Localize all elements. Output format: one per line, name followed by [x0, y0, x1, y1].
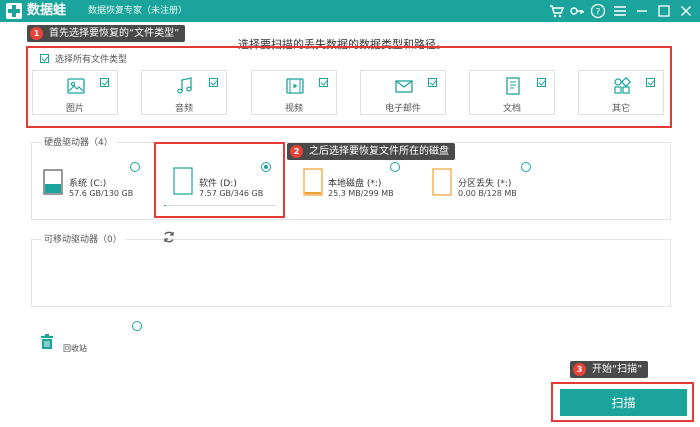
drive-radio[interactable]: [390, 162, 400, 172]
file-type-card-video[interactable]: 视频: [251, 70, 337, 115]
hard-drives-title: 硬盘驱动器（4）: [41, 135, 116, 148]
file-type-card-audio[interactable]: 音频: [141, 70, 227, 115]
key-icon[interactable]: [569, 3, 585, 19]
drive-name: 系统 (C:): [69, 179, 107, 189]
drive-radio[interactable]: [521, 162, 531, 172]
file-type-card-other[interactable]: 其它: [578, 70, 664, 115]
file-type-checkbox[interactable]: [428, 78, 437, 87]
app-name: 数据蛙: [27, 3, 67, 18]
file-type-label: 文档: [502, 104, 521, 114]
close-icon[interactable]: [678, 3, 694, 19]
callout-text: 开始“扫描”: [592, 364, 643, 375]
mail-icon: [395, 80, 413, 93]
select-all-label: 选择所有文件类型: [55, 55, 128, 65]
file-type-label: 电子邮件: [384, 104, 421, 114]
refresh-icon[interactable]: [162, 230, 176, 244]
callout-number: 3: [573, 363, 586, 376]
file-type-checkbox[interactable]: [646, 78, 655, 87]
maximize-icon[interactable]: [656, 3, 672, 19]
select-all-checkbox[interactable]: [40, 54, 49, 63]
drive-name: 本地磁盘 (*:): [328, 179, 382, 189]
drive-name: 软件 (D:): [199, 179, 237, 189]
file-type-label: 其它: [611, 104, 630, 114]
document-icon: [506, 77, 520, 95]
help-icon[interactable]: ?: [590, 3, 606, 19]
file-type-checkbox[interactable]: [319, 78, 328, 87]
callout-number: 2: [290, 145, 303, 158]
drive-icon: [432, 168, 452, 196]
removable-drives-frame: [31, 239, 671, 307]
file-type-checkbox[interactable]: [209, 78, 218, 87]
menu-icon[interactable]: [612, 3, 628, 19]
drive-size: 25.3 MB/299 MB: [328, 189, 394, 198]
file-type-checkbox[interactable]: [100, 78, 109, 87]
callout-text: 之后选择要恢复文件所在的磁盘: [309, 146, 449, 157]
drive-icon: [173, 167, 193, 195]
drive-usage-bar: [164, 205, 276, 206]
drive-size: 0.00 B/128 MB: [458, 189, 517, 198]
drive-size: 7.57 GB/346 GB: [199, 189, 264, 198]
recycle-bin-radio[interactable]: [132, 321, 142, 331]
video-icon: [286, 78, 304, 94]
trash-icon: [41, 334, 53, 349]
scan-button[interactable]: 扫描: [560, 389, 687, 416]
other-icon: [614, 76, 632, 94]
file-type-card-image[interactable]: 图片: [32, 70, 118, 115]
file-type-label: 视频: [284, 104, 303, 114]
drive-radio[interactable]: [261, 162, 271, 172]
removable-drives-title: 可移动驱动器（0）: [41, 232, 125, 245]
app-subtitle: 数据恢复专家（未注册）: [88, 6, 188, 16]
callout-text: 首先选择要恢复的“文件类型”: [49, 28, 180, 39]
drive-name: 分区丢失 (*:): [458, 179, 512, 189]
file-type-card-document[interactable]: 文档: [469, 70, 555, 115]
image-icon: [67, 78, 85, 94]
drive-size: 57.6 GB/130 GB: [69, 189, 134, 198]
file-type-checkbox[interactable]: [537, 78, 546, 87]
cart-icon[interactable]: [549, 3, 565, 19]
title-bar: 数据蛙 数据恢复专家（未注册） ?: [0, 0, 700, 22]
music-icon: [177, 77, 192, 94]
file-type-card-email[interactable]: 电子邮件: [360, 70, 446, 115]
svg-text:?: ?: [596, 8, 601, 18]
system-drive-icon: [43, 169, 63, 195]
callout-step-3: 3 开始“扫描”: [570, 361, 649, 378]
minimize-icon[interactable]: [634, 3, 650, 19]
app-logo-icon: [6, 3, 22, 19]
callout-step-1: 1 首先选择要恢复的“文件类型”: [27, 25, 186, 42]
drive-radio[interactable]: [130, 162, 140, 172]
drive-icon: [303, 168, 323, 196]
recycle-bin-label: 回收站: [63, 344, 87, 353]
file-type-label: 图片: [65, 104, 84, 114]
callout-step-2: 2 之后选择要恢复文件所在的磁盘: [287, 143, 455, 160]
select-all-file-types[interactable]: 选择所有文件类型: [40, 52, 127, 65]
callout-number: 1: [30, 27, 43, 40]
file-type-label: 音频: [174, 104, 193, 114]
